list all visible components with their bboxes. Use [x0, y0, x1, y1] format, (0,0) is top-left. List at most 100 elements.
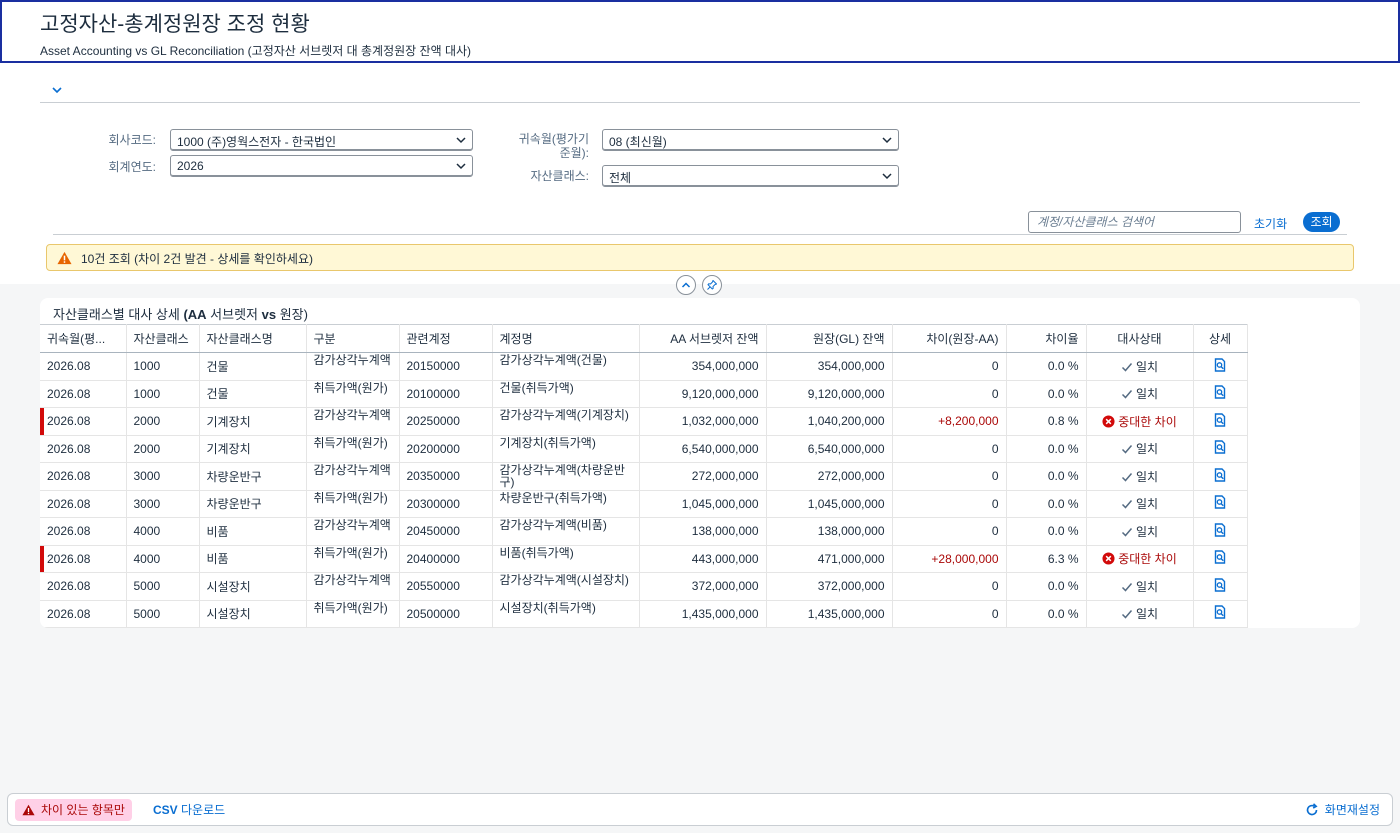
cell-account: 20550000	[399, 572, 493, 601]
detail-icon[interactable]	[1213, 413, 1227, 427]
detail-icon[interactable]	[1213, 440, 1227, 454]
period-select[interactable]: 08 (최신월)	[602, 129, 899, 151]
table-row[interactable]: 2026.08 2000 기계장치 감가상각누계액 20250000 감가상각누계액(기계…	[40, 407, 1248, 436]
cell-class-name: 시설장치	[199, 572, 307, 601]
cell-class: 3000	[126, 462, 200, 491]
col-gl-balance[interactable]: 원장(GL) 잔액	[766, 324, 893, 353]
error-icon	[1102, 552, 1115, 565]
search-input[interactable]	[1028, 211, 1241, 233]
col-class[interactable]: 자산클래스	[126, 324, 200, 353]
col-class-name[interactable]: 자산클래스명	[199, 324, 307, 353]
toolbar-divider	[53, 234, 1347, 235]
csv-download-button[interactable]: CSV 다운로드	[147, 799, 231, 821]
cell-aa: 6,540,000,000	[639, 435, 767, 463]
class-select[interactable]: 전체	[602, 165, 899, 187]
cell-diff: 0	[892, 380, 1007, 408]
class-label: 자산클래스:	[530, 169, 589, 183]
cell-account: 20500000	[399, 600, 493, 628]
cell-period: 2026.08	[40, 517, 127, 546]
cell-period: 2026.08	[40, 600, 127, 628]
col-diff-rate[interactable]: 차이율	[1006, 324, 1087, 353]
pin-header-button[interactable]	[702, 275, 722, 295]
table-row[interactable]: 2026.08 5000 시설장치 감가상각누계액 20550000 감가상각누계액(시설…	[40, 572, 1248, 601]
detail-icon[interactable]	[1213, 385, 1227, 399]
detail-icon[interactable]	[1213, 468, 1227, 482]
detail-icon[interactable]	[1213, 578, 1227, 592]
table-row[interactable]: 2026.08 2000 기계장치 취득가액(원가) 20200000 기계장치(취득가액…	[40, 435, 1248, 463]
cell-type: 감가상각누계액	[306, 572, 400, 601]
cell-class: 5000	[126, 572, 200, 601]
reset-view-button[interactable]: 화면재설정	[1301, 799, 1386, 821]
cell-class: 2000	[126, 435, 200, 463]
cell-detail	[1193, 600, 1248, 628]
cell-rate: 0.8 %	[1006, 407, 1087, 436]
year-select[interactable]: 2026	[170, 155, 473, 177]
go-button[interactable]: 조회	[1303, 212, 1340, 232]
company-select[interactable]: 1000 (주)영웍스전자 - 한국법인	[170, 129, 473, 151]
cell-status: 중대한 차이	[1086, 407, 1194, 436]
table-row[interactable]: 2026.08 5000 시설장치 취득가액(원가) 20500000 시설장치(취득가액…	[40, 600, 1248, 628]
reset-button[interactable]: 초기화	[1248, 213, 1293, 234]
cell-detail	[1193, 380, 1248, 408]
reset-view-label: 화면재설정	[1324, 803, 1380, 817]
cell-class: 1000	[126, 352, 200, 381]
cell-account-name: 감가상각누계액(차량운반구)	[492, 462, 640, 491]
cell-gl: 372,000,000	[766, 572, 893, 601]
cell-status: 일치	[1086, 572, 1194, 601]
cell-class-name: 건물	[199, 352, 307, 381]
col-detail[interactable]: 상세	[1193, 324, 1248, 353]
cell-account: 20350000	[399, 462, 493, 491]
cell-account-name: 감가상각누계액(비품)	[492, 517, 640, 546]
col-aa-balance[interactable]: AA 서브렛저 잔액	[639, 324, 767, 353]
cell-aa: 1,032,000,000	[639, 407, 767, 436]
cell-rate: 0.0 %	[1006, 380, 1087, 408]
table-row[interactable]: 2026.08 4000 비품 감가상각누계액 20450000 감가상각누계액(비품) 1…	[40, 517, 1248, 546]
cell-period: 2026.08	[40, 490, 127, 518]
cell-rate: 0.0 %	[1006, 572, 1087, 601]
detail-icon[interactable]	[1213, 550, 1227, 564]
col-period[interactable]: 귀속월(평...	[40, 324, 127, 353]
cell-type: 취득가액(원가)	[306, 380, 400, 408]
col-status[interactable]: 대사상태	[1086, 324, 1194, 353]
cell-detail	[1193, 352, 1248, 381]
diff-only-toggle[interactable]: 차이 있는 항목만	[15, 799, 132, 821]
cell-period: 2026.08	[40, 545, 127, 573]
col-type[interactable]: 구분	[306, 324, 400, 353]
warning-icon	[22, 804, 35, 816]
col-account[interactable]: 관련계정	[399, 324, 493, 353]
cell-account: 20450000	[399, 517, 493, 546]
cell-status: 일치	[1086, 490, 1194, 518]
detail-icon[interactable]	[1213, 358, 1227, 372]
detail-icon[interactable]	[1213, 523, 1227, 537]
checkmark-icon	[1121, 582, 1133, 592]
table-row[interactable]: 2026.08 3000 차량운반구 취득가액(원가) 20300000 차량운반구(취득…	[40, 490, 1248, 518]
cell-gl: 471,000,000	[766, 545, 893, 573]
cell-detail	[1193, 517, 1248, 546]
chevron-down-icon	[456, 163, 466, 170]
cell-type: 감가상각누계액	[306, 352, 400, 381]
table-row[interactable]: 2026.08 1000 건물 취득가액(원가) 20100000 건물(취득가액) 9,1…	[40, 380, 1248, 408]
table-row[interactable]: 2026.08 4000 비품 취득가액(원가) 20400000 비품(취득가액) 443…	[40, 545, 1248, 573]
cell-detail	[1193, 435, 1248, 463]
col-account-name[interactable]: 계정명	[492, 324, 640, 353]
cell-type: 감가상각누계액	[306, 462, 400, 491]
cell-rate: 0.0 %	[1006, 352, 1087, 381]
cell-gl: 9,120,000,000	[766, 380, 893, 408]
collapse-header-button[interactable]	[676, 275, 696, 295]
detail-icon[interactable]	[1213, 605, 1227, 619]
col-difference[interactable]: 차이(원장-AA)	[892, 324, 1007, 353]
page-subtitle: Asset Accounting vs GL Reconciliation (고…	[40, 44, 472, 58]
message-strip: 10건 조회 (차이 2건 발견 - 상세를 확인하세요)	[46, 244, 1354, 271]
cell-diff: +28,000,000	[892, 545, 1007, 573]
cell-detail	[1193, 572, 1248, 601]
checkmark-icon	[1121, 610, 1133, 619]
cell-period: 2026.08	[40, 435, 127, 463]
detail-icon[interactable]	[1213, 495, 1227, 509]
cell-gl: 1,435,000,000	[766, 600, 893, 628]
checkmark-icon	[1121, 390, 1133, 399]
table-row[interactable]: 2026.08 3000 차량운반구 감가상각누계액 20350000 감가상각누계액(차…	[40, 462, 1248, 491]
cell-period: 2026.08	[40, 407, 127, 436]
checkmark-icon	[1121, 472, 1133, 482]
table-row[interactable]: 2026.08 1000 건물 감가상각누계액 20150000 감가상각누계액(건물) 3…	[40, 352, 1248, 381]
chevron-down-icon[interactable]	[50, 83, 64, 97]
